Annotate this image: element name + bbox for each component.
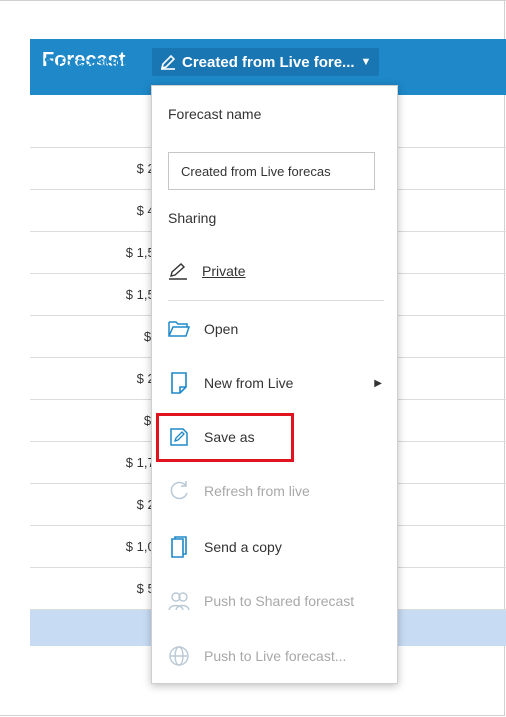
- forecast-selector-dropdown[interactable]: Created from Live fore... ▼: [152, 48, 380, 76]
- copy-icon: [168, 536, 190, 558]
- globe-icon: [168, 645, 190, 667]
- menu-item-push-shared[interactable]: Push to Shared forecast: [168, 586, 388, 616]
- pencil-icon: [160, 54, 176, 70]
- menu-divider: [168, 300, 384, 301]
- save-as-highlight-box: [156, 413, 294, 462]
- users-icon: [168, 590, 190, 612]
- forecast-name-label: Forecast name: [168, 106, 262, 122]
- document-icon: [168, 372, 190, 394]
- column-header-total-cost[interactable]: ✎ Forecast total cost: [44, 56, 144, 80]
- menu-item-send-copy[interactable]: Send a copy: [168, 532, 388, 562]
- sharing-label: Sharing: [168, 210, 217, 226]
- forecast-name-input[interactable]: Created from Live forecas: [168, 152, 375, 190]
- menu-item-new-from-live[interactable]: New from Live ▶: [168, 368, 388, 398]
- chevron-down-icon: ▼: [360, 56, 372, 68]
- forecast-selector-label: Created from Live fore...: [182, 53, 355, 71]
- menu-item-open[interactable]: Open: [168, 314, 388, 344]
- forecast-menu: Forecast name Created from Live forecas …: [151, 85, 398, 684]
- chevron-right-icon: ▶: [374, 377, 382, 389]
- column-header-total-mhrs[interactable]: ✎ Forecast total MHrs/unit: [403, 56, 498, 80]
- menu-item-refresh-from-live[interactable]: Refresh from live: [168, 476, 388, 506]
- menu-item-push-live[interactable]: Push to Live forecast...: [168, 641, 388, 671]
- sharing-private-link[interactable]: Private: [168, 262, 246, 280]
- folder-open-icon: [168, 318, 190, 340]
- refresh-icon: [168, 480, 190, 502]
- pencil-icon: [169, 263, 187, 280]
